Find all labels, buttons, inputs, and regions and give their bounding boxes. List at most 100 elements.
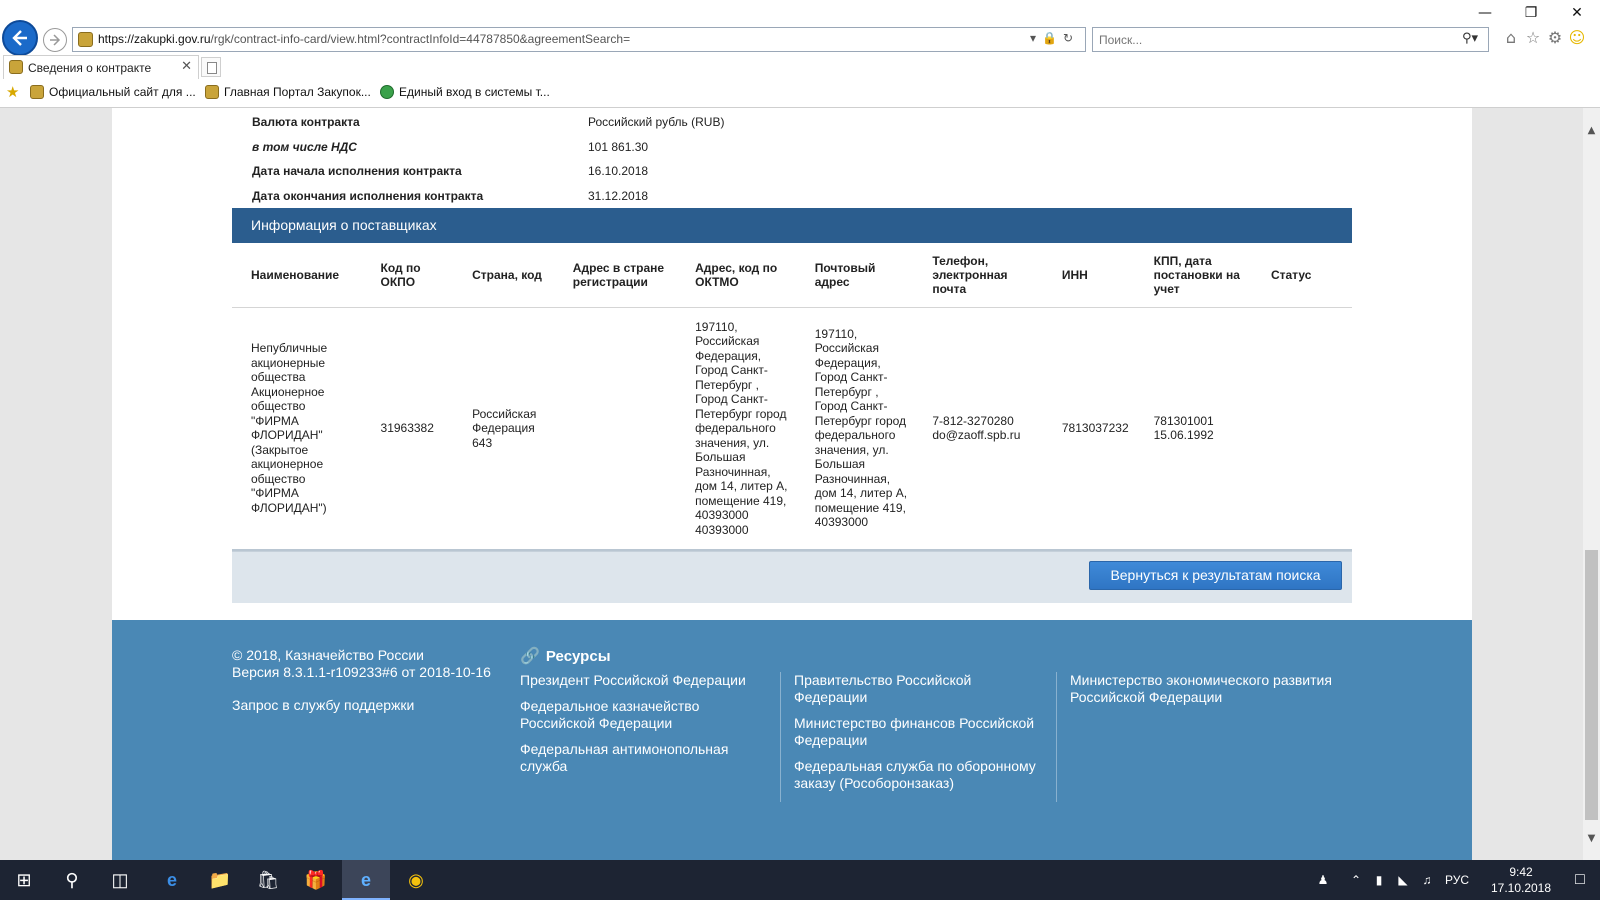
- column-header: Телефон, электронная почта: [913, 243, 1043, 308]
- favorites-bar: ★ Официальный сайт для ... Главная Порта…: [0, 80, 1600, 106]
- favorites-star-icon[interactable]: ☆: [1522, 28, 1544, 47]
- chevron-up-icon[interactable]: ⌃: [1346, 860, 1366, 900]
- clock-time: 9:42: [1509, 865, 1533, 879]
- edge-browser-icon[interactable]: e: [148, 860, 196, 900]
- column-header: Адрес, код по ОКТМО: [676, 243, 796, 308]
- favorite-label: Единый вход в системы т...: [399, 85, 550, 99]
- supplier-kpp-date: 781301001 15.06.1992: [1134, 307, 1252, 551]
- task-view-icon[interactable]: ◫: [96, 860, 144, 900]
- suppliers-table: Наименование Код по ОКПО Страна, код Адр…: [232, 243, 1352, 551]
- field-value: 16.10.2018: [588, 164, 649, 178]
- field-label: Валюта контракта: [252, 115, 360, 129]
- page-content: Валюта контракта Российский рубль (RUB) …: [112, 108, 1472, 860]
- supplier-postal-address: 197110, Российская Федерация, Город Санк…: [795, 307, 914, 551]
- search-input[interactable]: [1099, 31, 1439, 49]
- gear-icon[interactable]: ⚙: [1544, 28, 1566, 47]
- address-bar[interactable]: https://zakupki.gov.ru/rgk/contract-info…: [72, 27, 1086, 52]
- column-header: Наименование: [232, 243, 362, 308]
- column-header: ИНН: [1042, 243, 1135, 308]
- favorite-label: Официальный сайт для ...: [49, 85, 196, 99]
- scroll-up-icon[interactable]: ▲: [1583, 122, 1600, 139]
- contract-info-row: в том числе НДС 101 861.30: [252, 137, 1352, 162]
- battery-icon[interactable]: ▮: [1368, 860, 1390, 900]
- people-icon[interactable]: ♟: [1310, 860, 1336, 900]
- search-icon[interactable]: ⚲: [48, 860, 96, 900]
- favorite-link-2[interactable]: Главная Портал Закупок...: [205, 85, 371, 99]
- field-label: Дата начала исполнения контракта: [252, 164, 462, 178]
- resource-link[interactable]: Федеральная антимонопольная служба: [520, 741, 760, 775]
- back-to-results-button[interactable]: Вернуться к результатам поиска: [1089, 561, 1342, 590]
- browser-search-box[interactable]: ⚲▾: [1092, 27, 1489, 52]
- url-text[interactable]: https://zakupki.gov.ru/rgk/contract-info…: [98, 32, 630, 46]
- resource-link[interactable]: Федеральное казначейство Российской Феде…: [520, 698, 760, 732]
- vertical-scrollbar[interactable]: ▲ ▼: [1583, 108, 1600, 860]
- favorite-link-1[interactable]: Официальный сайт для ...: [30, 85, 196, 99]
- page-viewport: Валюта контракта Российский рубль (RUB) …: [0, 108, 1583, 860]
- link-icon: 🔗: [520, 648, 540, 665]
- dropdown-icon[interactable]: ▾: [1030, 31, 1042, 45]
- contract-info-row: Валюта контракта Российский рубль (RUB): [252, 112, 1352, 137]
- scroll-down-icon[interactable]: ▼: [1583, 830, 1600, 847]
- close-window-icon[interactable]: ✕: [1554, 0, 1600, 26]
- scrollbar-thumb[interactable]: [1585, 550, 1598, 820]
- arrow-right-icon: [50, 34, 61, 46]
- copyright-text: © 2018, Казначейство России: [232, 647, 424, 663]
- wifi-icon[interactable]: ◣: [1392, 860, 1414, 900]
- support-request-link[interactable]: Запрос в службу поддержки: [232, 697, 512, 714]
- feedback-smiley-icon[interactable]: ☺: [1566, 28, 1588, 47]
- resource-link[interactable]: Президент Российской Федерации: [520, 672, 760, 689]
- supplier-inn: 7813037232: [1042, 307, 1135, 551]
- internet-explorer-icon[interactable]: e: [342, 860, 390, 900]
- notifications-icon[interactable]: □: [1562, 860, 1598, 900]
- refresh-icon[interactable]: ↻: [1063, 31, 1079, 45]
- resource-link[interactable]: Правительство Российской Федерации: [794, 672, 1044, 706]
- resource-link[interactable]: Федеральная служба по оборонному заказу …: [794, 758, 1044, 792]
- url-path: /rgk/contract-info-card/view.html?contra…: [210, 32, 631, 46]
- resources-heading: 🔗 Ресурсы: [520, 646, 611, 666]
- address-tools: ▾🔒↻: [1030, 31, 1079, 45]
- search-icon[interactable]: ⚲▾: [1462, 31, 1478, 46]
- minimize-icon[interactable]: —: [1462, 0, 1508, 26]
- resource-link[interactable]: Министерство финансов Российской Федерац…: [794, 715, 1044, 749]
- site-emblem-icon: [30, 85, 44, 99]
- column-header: Почтовый адрес: [795, 243, 914, 308]
- section-title: Информация о поставщиках: [251, 217, 437, 233]
- site-emblem-icon: [205, 85, 219, 99]
- back-button[interactable]: [2, 20, 38, 56]
- table-row: Непубличные акционерные общества Акционе…: [232, 307, 1352, 551]
- supplier-reg-address: [553, 307, 677, 551]
- store-icon[interactable]: 🛍: [244, 860, 292, 900]
- site-emblem-icon: [9, 60, 23, 74]
- suppliers-section-header: Информация о поставщиках: [232, 208, 1352, 243]
- language-indicator[interactable]: РУС: [1440, 860, 1474, 900]
- favorite-link-3[interactable]: Единый вход в системы т...: [380, 85, 550, 99]
- arrow-left-icon: [12, 30, 27, 46]
- add-favorite-star-icon[interactable]: ★: [6, 83, 19, 101]
- file-explorer-icon[interactable]: 📁: [196, 860, 244, 900]
- resources-column-1: Президент Российской Федерации Федеральн…: [520, 672, 760, 784]
- gift-app-icon[interactable]: 🎁: [292, 860, 340, 900]
- footer-info: © 2018, Казначейство России Версия 8.3.1…: [232, 647, 512, 714]
- version-text: Версия 8.3.1.1-r109233#6 от 2018-10-16: [232, 664, 491, 680]
- resources-column-3: Министерство экономического развития Рос…: [1070, 672, 1350, 715]
- contract-info-row: Дата окончания исполнения контракта 31.1…: [252, 186, 1352, 211]
- tab-title: Сведения о контракте: [28, 61, 152, 75]
- clock[interactable]: 9:42 17.10.2018: [1484, 864, 1558, 896]
- favorite-label: Главная Портал Закупок...: [224, 85, 371, 99]
- home-icon[interactable]: ⌂: [1500, 28, 1522, 47]
- close-tab-icon[interactable]: ✕: [181, 59, 192, 74]
- volume-icon[interactable]: ♫: [1416, 860, 1438, 900]
- new-tab-button[interactable]: [201, 57, 221, 77]
- restore-icon[interactable]: ❐: [1508, 0, 1554, 26]
- footer-divider: [780, 672, 781, 802]
- resource-link[interactable]: Министерство экономического развития Рос…: [1070, 672, 1350, 706]
- toolbar-icons: ⌂ ☆ ⚙ ☺: [1500, 28, 1600, 52]
- tab-contract-info[interactable]: Сведения о контракте ✕: [3, 55, 199, 79]
- site-emblem-icon: [78, 32, 93, 47]
- supplier-name: Непубличные акционерные общества Акционе…: [232, 307, 362, 551]
- lock-icon[interactable]: 🔒: [1042, 31, 1063, 45]
- field-label: Дата окончания исполнения контракта: [252, 188, 484, 203]
- start-windows-icon[interactable]: ⊞: [0, 860, 48, 900]
- chrome-icon[interactable]: ◉: [392, 860, 440, 900]
- forward-button[interactable]: [43, 28, 67, 52]
